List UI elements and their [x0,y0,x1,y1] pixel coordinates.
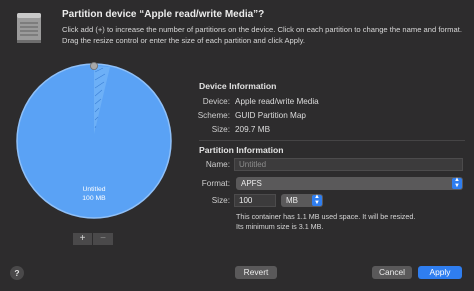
help-button[interactable]: ? [10,266,24,280]
partition-add-remove: + − [73,233,113,245]
resize-note-line2: Its minimum size is 3.1 MB. [236,222,324,231]
add-partition-button[interactable]: + [73,233,93,245]
dialog-description: Click add (+) to increase the number of … [62,25,462,45]
resize-note-line1: This container has 1.1 MB used space. It… [236,212,416,221]
updown-chevron-icon: ▲ ▼ [452,177,462,189]
format-label: Format: [201,179,230,188]
size-unit-value: MB [286,196,298,205]
section-divider [199,140,465,141]
device-size-label: Size: [211,125,230,134]
partition-dialog: Partition device “Apple read/write Media… [0,0,474,291]
updown-chevron-icon: ▲ ▼ [312,194,322,206]
apply-button[interactable]: Apply [418,266,462,279]
partition-size-label: 100 MB [82,195,106,202]
cancel-button[interactable]: Cancel [372,266,412,279]
scheme-value: GUID Partition Map [235,111,306,120]
scheme-label: Scheme: [197,111,230,120]
partition-size-label-field: Size: [211,196,230,205]
partition-pie-chart[interactable]: Untitled 100 MB [15,62,173,220]
device-size-value: 209.7 MB [235,125,271,134]
format-value: APFS [241,179,262,188]
partition-info-heading: Partition Information [199,145,284,155]
revert-button[interactable]: Revert [235,266,277,279]
device-value: Apple read/write Media [235,97,319,106]
device-label: Device: [202,97,230,106]
dialog-title: Partition device “Apple read/write Media… [62,9,265,20]
external-drive-icon [17,13,41,43]
size-unit-select[interactable]: MB ▲ ▼ [281,194,323,207]
remove-partition-button[interactable]: − [93,233,113,245]
resize-handle[interactable] [90,62,99,70]
partition-size-field[interactable]: 100 [234,194,276,207]
partition-name-label: Untitled [82,186,106,193]
device-info-heading: Device Information [199,81,277,91]
name-label: Name: [205,160,230,169]
format-select[interactable]: APFS ▲ ▼ [236,177,463,190]
partition-name-field[interactable]: Untitled [234,158,463,171]
